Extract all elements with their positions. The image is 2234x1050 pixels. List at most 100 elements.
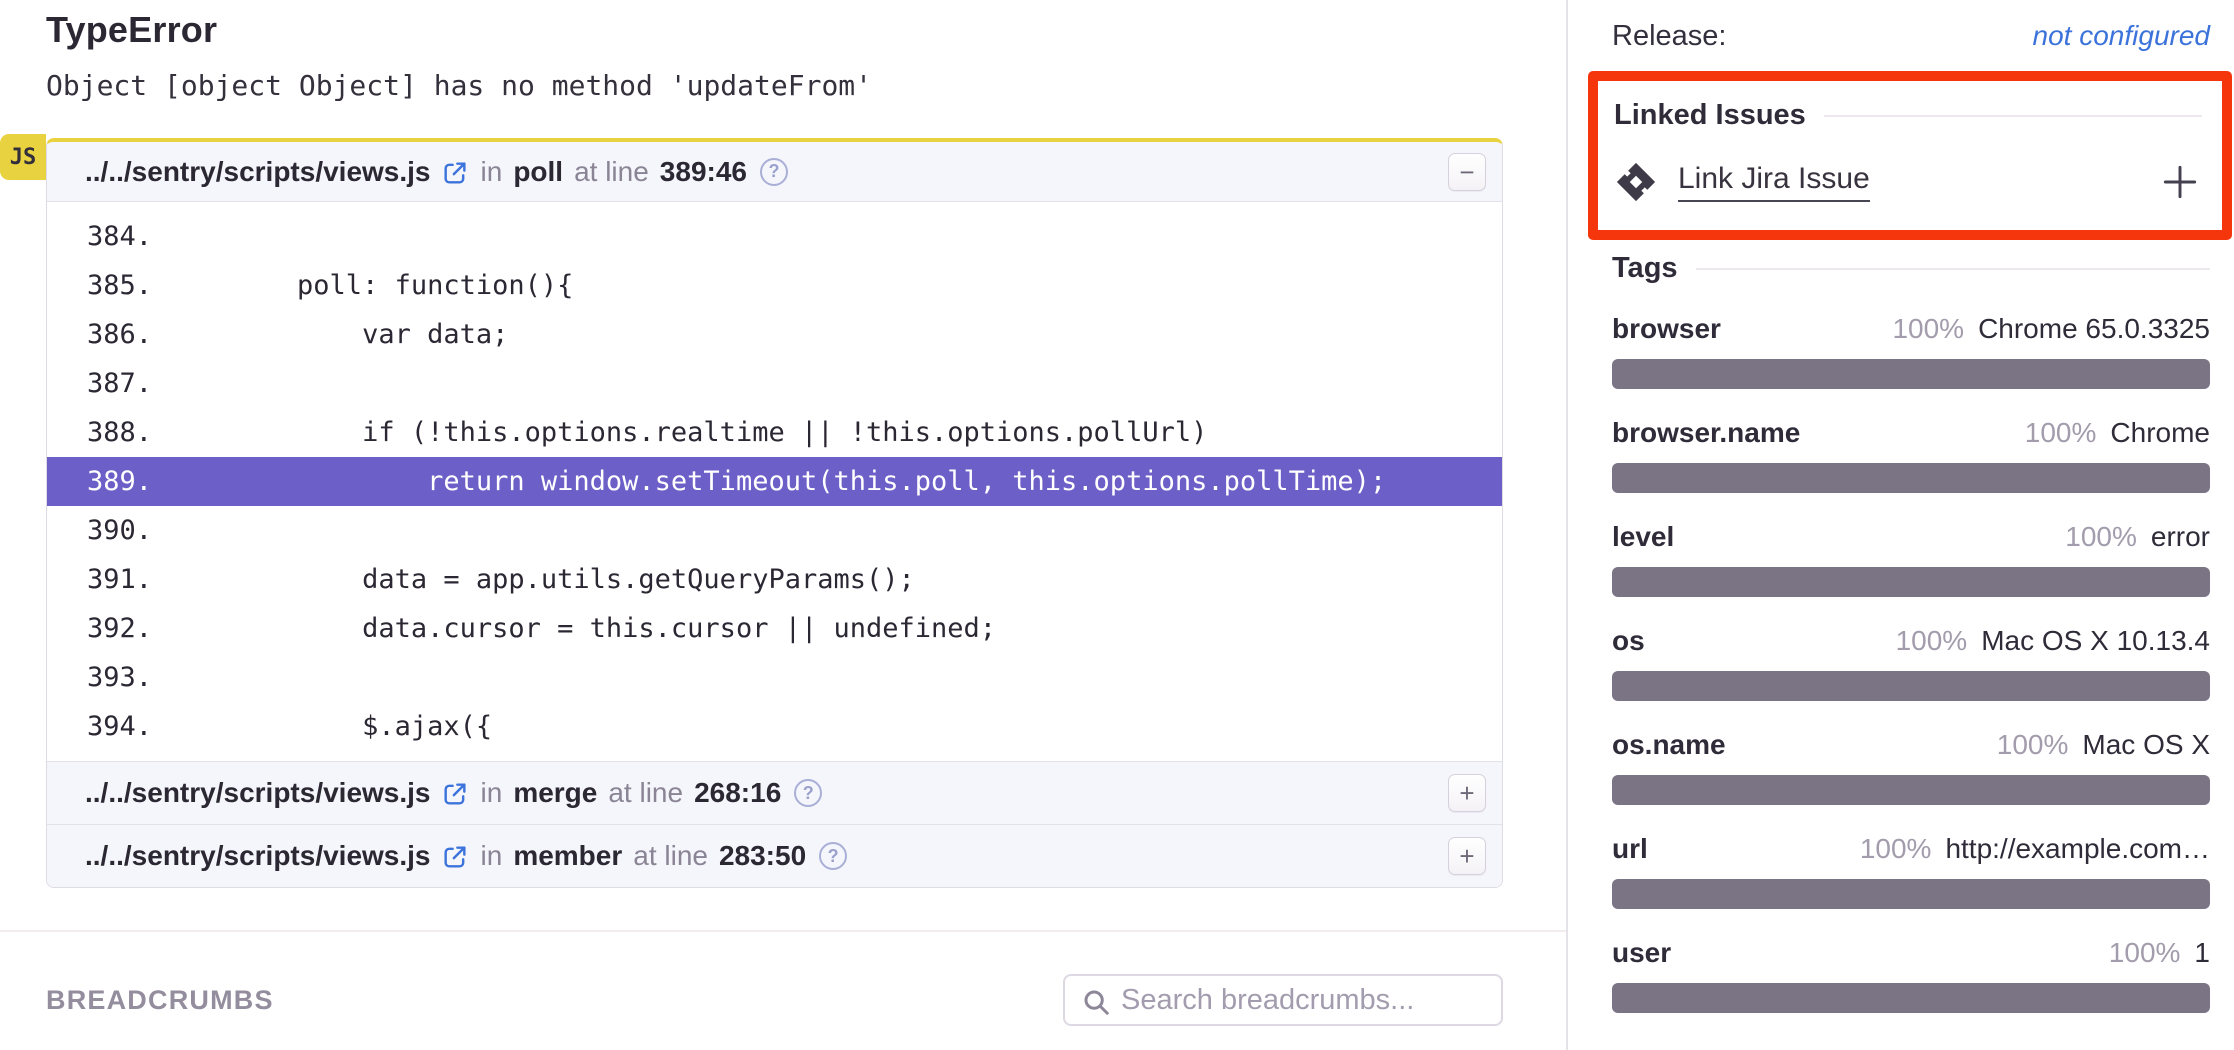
source-code-block: 384. 385. poll: function(){ 386. var dat… [47, 202, 1502, 761]
link-jira-issue-link[interactable]: Link Jira Issue [1678, 162, 1870, 202]
code-line: 386. var data; [47, 310, 1502, 359]
tag-row-browser-name: browser.name 100% Chrome [1612, 417, 2210, 493]
tag-row-level: level 100% error [1612, 521, 2210, 597]
link-jira-issue-row: Link Jira Issue [1614, 160, 2202, 204]
error-type-title: TypeError [46, 8, 1503, 52]
tag-name[interactable]: url [1612, 833, 1648, 865]
tag-row-url: url 100% http://example.com… [1612, 833, 2210, 909]
tag-percent: 100% [2109, 937, 2181, 969]
frame-function-name: member [513, 840, 622, 872]
frame-atline-label: at line [608, 777, 683, 809]
frame-line-number: 268:16 [694, 777, 781, 809]
frame-file-path: ../../sentry/scripts/views.js [85, 156, 431, 188]
tag-value[interactable]: 1 [2194, 937, 2210, 969]
tag-percent: 100% [2025, 417, 2097, 449]
linked-issues-header: Linked Issues [1614, 99, 2202, 132]
tag-row-browser: browser 100% Chrome 65.0.3325 [1612, 313, 2210, 389]
tag-percent: 100% [1860, 833, 1932, 865]
code-line: 385. poll: function(){ [47, 261, 1502, 310]
tag-percent: 100% [1997, 729, 2069, 761]
tags-section: Tags browser 100% Chrome 65.0.3325 browser… [1612, 252, 2210, 1013]
main-column: TypeError Object [object Object] has no … [0, 0, 1566, 1050]
breadcrumbs-search[interactable] [1063, 974, 1503, 1026]
linked-issues-title: Linked Issues [1614, 99, 1806, 132]
tag-distribution-bar[interactable] [1612, 671, 2210, 701]
tag-value[interactable]: Chrome 65.0.3325 [1978, 313, 2210, 345]
jira-icon [1614, 160, 1658, 204]
breadcrumbs-section: BREADCRUMBS [46, 974, 1503, 1026]
tag-value[interactable]: Chrome [2110, 417, 2210, 449]
code-line: 390. [47, 506, 1502, 555]
collapse-frame-button[interactable]: − [1448, 153, 1486, 191]
code-line: 394. $.ajax({ [47, 702, 1502, 751]
tag-value[interactable]: Mac OS X [2082, 729, 2210, 761]
tag-distribution-bar[interactable] [1612, 879, 2210, 909]
tag-row-os-name: os.name 100% Mac OS X [1612, 729, 2210, 805]
tag-distribution-bar[interactable] [1612, 359, 2210, 389]
help-icon[interactable]: ? [760, 158, 788, 186]
frame-atline-label: at line [633, 840, 708, 872]
frame-atline-label: at line [574, 156, 649, 188]
external-link-icon[interactable] [441, 159, 469, 187]
sidebar: Release: not configured Linked Issues Li… [1566, 0, 2234, 1050]
linked-issues-annotation-box: Linked Issues Link Jira Issue [1588, 71, 2232, 240]
code-line: 387. [47, 359, 1502, 408]
tag-distribution-bar[interactable] [1612, 463, 2210, 493]
tag-row-os: os 100% Mac OS X 10.13.4 [1612, 625, 2210, 701]
platform-js-badge: JS [0, 134, 46, 180]
tag-name[interactable]: browser.name [1612, 417, 1800, 449]
stack-frame-header-member: ../../sentry/scripts/views.js in member … [47, 824, 1502, 887]
expand-frame-button[interactable]: + [1448, 837, 1486, 875]
stack-frame-header-poll: ../../sentry/scripts/views.js in poll at… [47, 142, 1502, 202]
tag-name[interactable]: level [1612, 521, 1674, 553]
add-linked-issue-icon[interactable] [2158, 160, 2202, 204]
tag-percent: 100% [1892, 313, 1964, 345]
tag-value[interactable]: Mac OS X 10.13.4 [1981, 625, 2210, 657]
frame-file-path: ../../sentry/scripts/views.js [85, 777, 431, 809]
release-label: Release: [1612, 20, 1726, 53]
tags-header: Tags [1612, 252, 2210, 285]
external-link-icon[interactable] [441, 780, 469, 808]
section-divider [0, 930, 1566, 932]
stacktrace: JS ../../sentry/scripts/views.js in poll… [46, 138, 1503, 888]
help-icon[interactable]: ? [819, 842, 847, 870]
release-not-configured-link[interactable]: not configured [2033, 20, 2210, 52]
expand-frame-button[interactable]: + [1448, 774, 1486, 812]
search-input[interactable] [1121, 984, 1501, 1017]
frame-function-name: poll [513, 156, 563, 188]
help-icon[interactable]: ? [794, 779, 822, 807]
frame-in-label: in [481, 777, 503, 809]
tag-name[interactable]: user [1612, 937, 1671, 969]
header-rule [1696, 268, 2210, 270]
frame-line-number: 389:46 [660, 156, 747, 188]
tag-name[interactable]: os [1612, 625, 1645, 657]
tag-percent: 100% [1896, 625, 1968, 657]
tag-name[interactable]: os.name [1612, 729, 1726, 761]
code-line: 388. if (!this.options.realtime || !this… [47, 408, 1502, 457]
breadcrumbs-title: BREADCRUMBS [46, 985, 274, 1016]
tag-percent: 100% [2065, 521, 2137, 553]
tag-distribution-bar[interactable] [1612, 567, 2210, 597]
code-line-highlighted: 389. return window.setTimeout(this.poll,… [47, 457, 1502, 506]
code-line: 393. [47, 653, 1502, 702]
tags-title: Tags [1612, 252, 1678, 285]
tag-distribution-bar[interactable] [1612, 983, 2210, 1013]
issue-page: TypeError Object [object Object] has no … [0, 0, 2234, 1050]
code-line: 391. data = app.utils.getQueryParams(); [47, 555, 1502, 604]
header-rule [1824, 115, 2202, 117]
code-line: 392. data.cursor = this.cursor || undefi… [47, 604, 1502, 653]
release-row: Release: not configured [1612, 20, 2210, 53]
frame-file-path: ../../sentry/scripts/views.js [85, 840, 431, 872]
external-link-icon[interactable] [441, 843, 469, 871]
frame-line-number: 283:50 [719, 840, 806, 872]
error-message: Object [object Object] has no method 'up… [46, 68, 1503, 104]
stack-frame-header-merge: ../../sentry/scripts/views.js in merge a… [47, 761, 1502, 824]
tag-value[interactable]: error [2151, 521, 2210, 553]
tag-name[interactable]: browser [1612, 313, 1721, 345]
code-line: 384. [47, 212, 1502, 261]
tag-row-user: user 100% 1 [1612, 937, 2210, 1013]
stacktrace-card: ../../sentry/scripts/views.js in poll at… [46, 138, 1503, 888]
tag-distribution-bar[interactable] [1612, 775, 2210, 805]
tag-value[interactable]: http://example.com… [1945, 833, 2210, 865]
frame-in-label: in [481, 840, 503, 872]
